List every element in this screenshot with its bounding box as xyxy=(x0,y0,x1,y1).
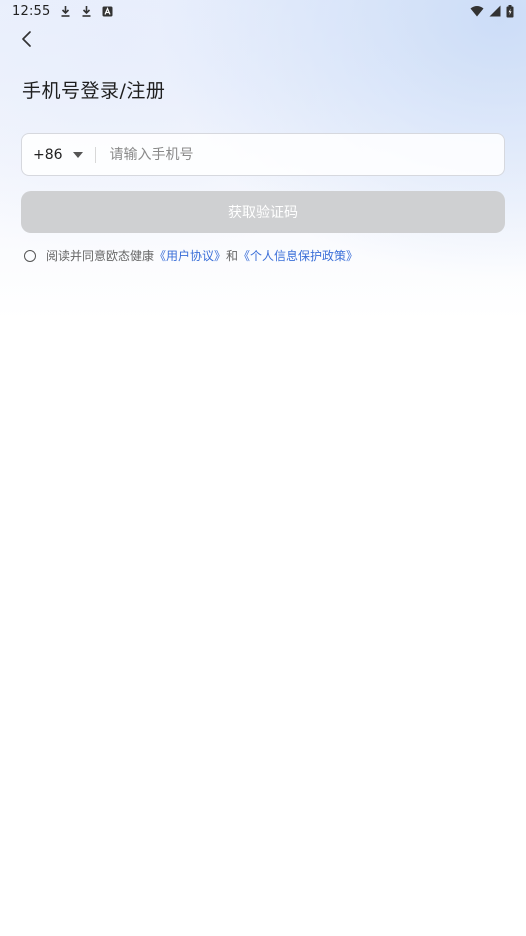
status-right xyxy=(470,4,514,18)
cell-signal-icon xyxy=(489,5,501,17)
user-agreement-link[interactable]: 《用户协议》 xyxy=(154,247,226,264)
privacy-policy-link[interactable]: 《个人信息保护政策》 xyxy=(238,247,358,264)
download-icon xyxy=(60,5,71,17)
agreement-prefix: 阅读并同意欧态健康 xyxy=(46,249,155,263)
chevron-left-icon xyxy=(20,30,34,52)
page-title: 手机号登录/注册 xyxy=(22,80,166,102)
download-icon xyxy=(81,5,92,17)
agreement-row: 阅读并同意欧态健康 《用户协议》 和 《个人信息保护政策》 xyxy=(24,247,358,264)
phone-field: +86 xyxy=(21,133,505,176)
status-left: 12:55 xyxy=(12,4,113,19)
country-code-selector[interactable]: +86 xyxy=(22,134,95,175)
back-button[interactable] xyxy=(14,28,40,54)
agreement-checkbox[interactable] xyxy=(24,249,36,262)
battery-charging-icon xyxy=(506,4,514,18)
phone-input[interactable] xyxy=(95,134,504,175)
caret-down-icon xyxy=(72,151,83,158)
get-code-button[interactable]: 获取验证码 xyxy=(21,191,505,233)
wifi-icon xyxy=(470,5,484,17)
app-a-icon xyxy=(102,6,113,17)
status-time: 12:55 xyxy=(12,3,51,19)
agreement-conjunction: 和 xyxy=(226,249,239,263)
country-code-text: +86 xyxy=(33,146,63,163)
status-bar: 12:55 xyxy=(0,0,526,22)
